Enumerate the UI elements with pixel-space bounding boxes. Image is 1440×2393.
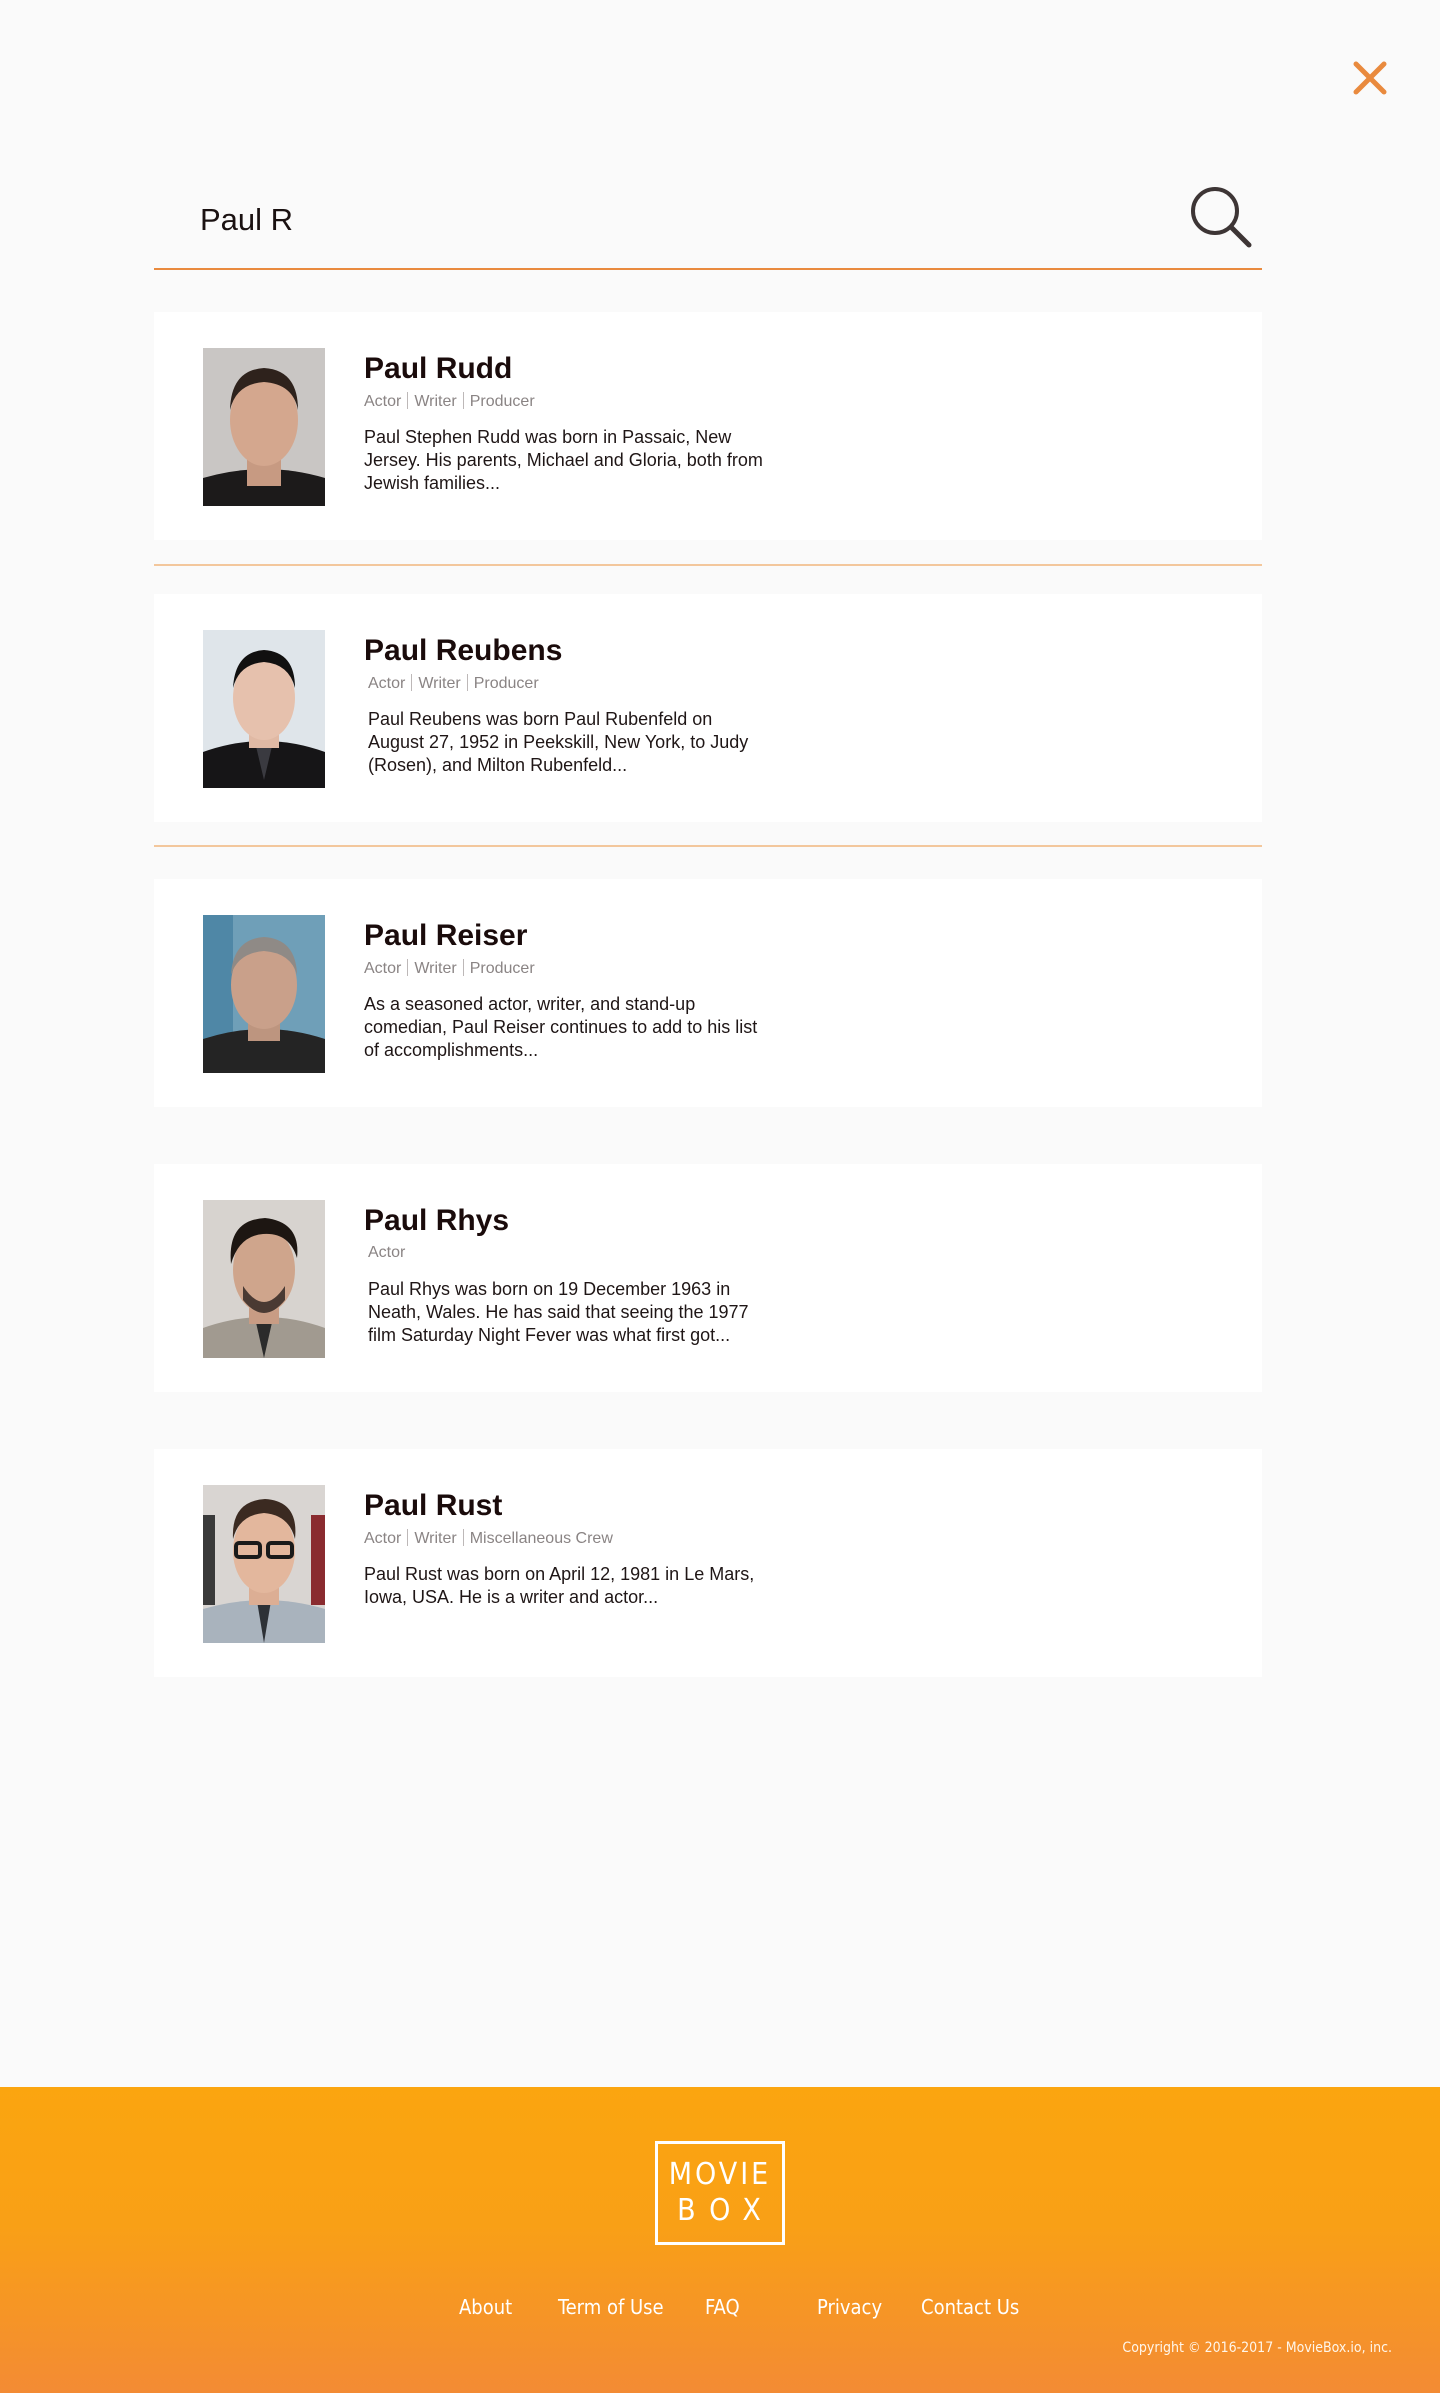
role: Actor [364,1530,402,1547]
role: Actor [364,393,402,410]
person-roles: Actor Writer Miscellaneous Crew [364,1529,613,1548]
person-photo [203,1200,325,1358]
person-name[interactable]: Paul Rhys [364,1204,509,1238]
result-divider [154,845,1262,847]
role: Producer [469,960,535,977]
search-input[interactable] [200,198,1100,242]
result-card[interactable]: Paul Rhys Actor Paul Rhys was born on 19… [154,1164,1262,1392]
result-card[interactable]: Paul Rust Actor Writer Miscellaneous Crew … [154,1449,1262,1677]
footer-link-terms[interactable]: Term of Use [558,2295,664,2319]
role: Actor [368,1244,406,1261]
footer: MOVIE BOX About Term of Use FAQ Privacy … [0,2087,1440,2393]
person-photo [203,348,325,506]
copyright-text: Copyright © 2016-2017 - MovieBox.io, inc… [1122,2340,1392,2356]
logo-line-1: MOVIE [668,2157,772,2192]
person-name[interactable]: Paul Reubens [364,634,562,668]
role: Producer [473,675,539,692]
result-divider [154,564,1262,566]
person-photo [203,1485,325,1643]
person-bio: Paul Reubens was born Paul Rubenfeld on … [368,709,749,775]
person-roles: Actor [368,1244,405,1262]
footer-link-privacy[interactable]: Privacy [817,2295,882,2319]
role: Producer [469,393,535,410]
result-card[interactable]: Paul Rudd Actor Writer Producer Paul Steph… [154,312,1262,540]
person-name[interactable]: Paul Rudd [364,352,512,386]
role: Writer [418,675,461,692]
person-name[interactable]: Paul Rust [364,1489,502,1523]
person-bio: As a seasoned actor, writer, and stand-u… [364,994,758,1060]
search-bar [154,176,1262,270]
person-name[interactable]: Paul Reiser [364,919,527,953]
moviebox-logo[interactable]: MOVIE BOX [655,2141,785,2245]
person-photo [203,630,325,788]
logo-line-2: BOX [677,2193,775,2228]
person-bio: Paul Rhys was born on 19 December 1963 i… [368,1279,749,1345]
role: Writer [414,1530,457,1547]
footer-link-contact[interactable]: Contact Us [921,2295,1019,2319]
search-button[interactable] [1188,184,1254,250]
role: Writer [414,393,457,410]
role: Miscellaneous Crew [469,1530,613,1547]
close-icon [1353,61,1387,95]
person-roles: Actor Writer Producer [368,674,539,693]
person-roles: Actor Writer Producer [364,392,535,411]
result-card[interactable]: Paul Reiser Actor Writer Producer As a sea… [154,879,1262,1107]
result-card[interactable]: Paul Reubens Actor Writer Producer Paul Re… [154,594,1262,822]
person-roles: Actor Writer Producer [364,959,535,978]
role: Actor [364,960,402,977]
footer-link-about[interactable]: About [459,2295,512,2319]
close-button[interactable] [1350,58,1390,98]
person-photo [203,915,325,1073]
person-bio: Paul Rust was born on April 12, 1981 in … [364,1564,755,1607]
footer-link-faq[interactable]: FAQ [705,2295,740,2319]
role: Writer [414,960,457,977]
search-icon [1191,187,1252,248]
role: Actor [368,675,406,692]
person-bio: Paul Stephen Rudd was born in Passaic, N… [364,427,763,493]
